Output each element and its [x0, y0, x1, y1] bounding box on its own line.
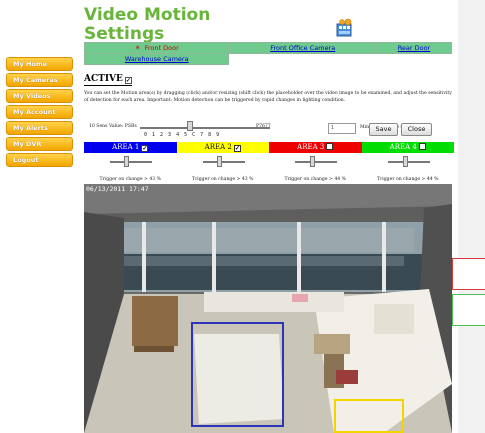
area-3-trigger: Trigger on change > 44 %: [284, 177, 347, 182]
sensitivity-ticks: 0 1 2 3 4 5 C 7 8 9: [144, 132, 221, 138]
page-title-line1: Video Motion: [84, 5, 211, 25]
page-title: Video Motion Settings: [84, 6, 210, 44]
area-4-label: AREA 4: [389, 143, 417, 151]
camera-film-icon: [336, 18, 352, 37]
area-4-trigger: Trigger on change > 44 %: [377, 177, 439, 182]
wait-minutes-input[interactable]: 1: [328, 123, 356, 134]
slider-handle[interactable]: [402, 156, 408, 167]
slider-track[interactable]: [295, 161, 337, 163]
right-panel: [458, 0, 485, 433]
sidebar-item-my-dvr[interactable]: My DVR: [6, 137, 73, 151]
sidebar-item-my-account[interactable]: My Account: [6, 105, 73, 119]
area-4-header[interactable]: AREA 4: [361, 142, 454, 153]
area-1-trigger: Trigger on change > 43 %: [99, 177, 162, 182]
area-2-header[interactable]: AREA 2 ✓: [176, 142, 269, 153]
sidebar-item-my-videos[interactable]: My Videos: [6, 89, 73, 103]
area-4-slider[interactable]: [362, 156, 455, 168]
area-2-trigger: Trigger on change > 43 %: [192, 177, 254, 182]
tab-front-door[interactable]: ✶ Front Door: [83, 42, 230, 54]
slider-track[interactable]: [110, 161, 152, 163]
save-button[interactable]: Save: [369, 123, 398, 136]
sensitivity-label: 10 Sens Value: PSBs: [89, 124, 137, 129]
area-3-slider[interactable]: [269, 156, 362, 168]
area-1-header[interactable]: AREA 1 ✓: [84, 142, 177, 153]
red-area-preview: [452, 258, 485, 290]
slider-track[interactable]: [387, 161, 430, 163]
area-headers: AREA 1 ✓ AREA 2 ✓ AREA 3 AREA 4: [84, 142, 454, 153]
area-2-slider[interactable]: [177, 156, 270, 168]
area-1-slider[interactable]: [84, 156, 177, 168]
tab-label: Front Door: [144, 44, 179, 52]
tab-rear-door[interactable]: Rear Door: [376, 42, 452, 54]
tab-warehouse-camera[interactable]: Warehouse Camera: [83, 53, 230, 65]
sidebar-item-my-cameras[interactable]: My Cameras: [6, 73, 73, 87]
sidebar-nav: My Home My Cameras My Videos My Account …: [6, 57, 73, 169]
area-4-checkbox[interactable]: [418, 143, 426, 150]
active-label: ACTIVE: [84, 74, 123, 84]
tab-front-office-camera[interactable]: Front Office Camera: [228, 42, 377, 54]
camera-video-frame: 06/13/2011 17:47: [84, 184, 452, 433]
area-triggers: Trigger on change > 43 % Trigger on chan…: [84, 177, 454, 182]
close-button[interactable]: Close: [401, 123, 432, 136]
camera-tabs: ✶ Front Door Front Office Camera Rear Doo…: [83, 42, 452, 65]
sidebar-item-logout[interactable]: Logout: [6, 153, 73, 167]
slider-handle[interactable]: [310, 156, 315, 167]
sensitivity-right-label: P7677: [256, 124, 271, 129]
area-3-checkbox[interactable]: [326, 143, 334, 150]
sensitivity-slider-handle[interactable]: [187, 121, 193, 131]
slider-handle[interactable]: [216, 156, 222, 167]
sidebar-item-my-alerts[interactable]: My Alerts: [6, 121, 73, 135]
area-3-label: AREA 3: [297, 143, 325, 151]
area-1-label: AREA 1: [112, 143, 140, 151]
area-2-label: AREA 2: [204, 143, 232, 151]
area-2-checkbox[interactable]: ✓: [233, 145, 241, 152]
area-3-header[interactable]: AREA 3: [269, 142, 362, 153]
motion-area-2-box[interactable]: [334, 399, 404, 433]
sensitivity-slider-track[interactable]: [140, 127, 270, 129]
motion-active-toggle[interactable]: ACTIVE ✓: [84, 74, 132, 86]
video-timestamp: 06/13/2011 17:47: [86, 185, 149, 193]
area-1-checkbox[interactable]: ✓: [141, 145, 149, 152]
star-icon: ✶: [134, 44, 141, 52]
sidebar-item-my-home[interactable]: My Home: [6, 57, 73, 71]
slider-track[interactable]: [202, 161, 245, 163]
slider-handle[interactable]: [124, 156, 129, 167]
motion-instructions: You can set the Motion area(s) by draggi…: [84, 91, 452, 103]
motion-area-1-box[interactable]: [191, 322, 284, 427]
green-area-preview: [452, 294, 485, 326]
active-checkbox[interactable]: ✓: [124, 77, 132, 84]
area-sliders: [84, 156, 454, 168]
